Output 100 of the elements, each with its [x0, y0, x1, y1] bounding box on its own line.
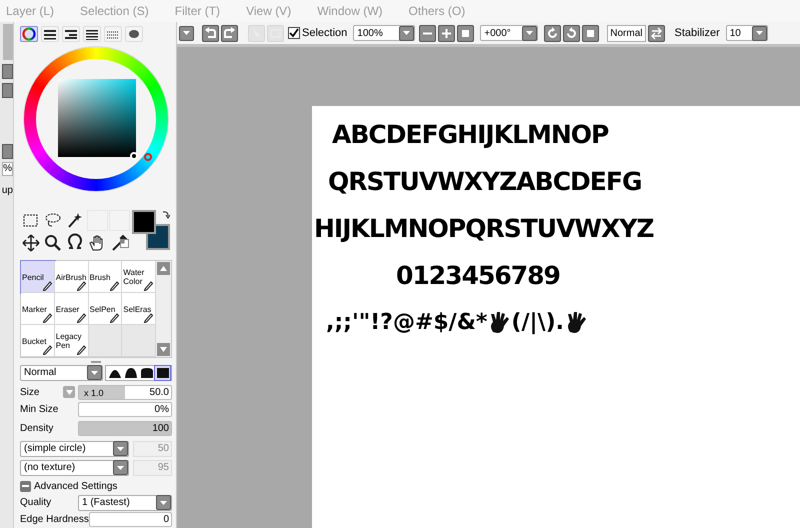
- dropdown-button[interactable]: [179, 26, 194, 40]
- checkbox-label: Selection: [302, 26, 348, 41]
- redo-icon: [223, 26, 236, 40]
- scrollbar[interactable]: [156, 261, 171, 358]
- min-size-slider[interactable]: 0%: [78, 402, 172, 417]
- stabilizer-label: Stabilizer: [674, 26, 720, 41]
- canvas-text: QRSTUVWXYZABCDEFG: [327, 167, 642, 197]
- checkmark-icon: [289, 28, 299, 38]
- dropdown-button[interactable]: [752, 26, 767, 40]
- rotate-left-icon: [546, 26, 560, 40]
- caret-icon: [754, 30, 764, 36]
- caret-icon: [116, 464, 125, 471]
- canvas-text: ,;;'"!?@#$/&*: [326, 309, 488, 337]
- setting-label: Size: [20, 386, 40, 400]
- plus-button[interactable]: [438, 24, 456, 42]
- size-value: 50.0: [150, 386, 169, 399]
- advanced-settings-toggle[interactable]: Advanced Settings: [20, 478, 172, 494]
- canvas-text: (/|\).: [511, 309, 564, 337]
- brush-tool[interactable]: SelEras: [122, 293, 156, 326]
- caret-icon: [116, 446, 125, 452]
- pencil-icon: [42, 344, 53, 356]
- brush-shape-option[interactable]: [139, 366, 154, 380]
- handprint-icon: [566, 312, 586, 334]
- square-button[interactable]: [457, 24, 474, 42]
- dropdown-button[interactable]: [522, 26, 538, 40]
- pencil-icon: [143, 312, 154, 324]
- size-slider[interactable]: x 1.0 50.0: [78, 384, 172, 400]
- color-swatches-drawing[interactable]: [132, 210, 170, 250]
- pencil-icon: [76, 312, 86, 324]
- color-panel-tab[interactable]: [20, 26, 38, 42]
- flip-arrows-button[interactable]: [648, 24, 664, 42]
- dropdown-button[interactable]: [113, 441, 128, 456]
- brush-tool[interactable]: Eraser: [54, 293, 88, 326]
- quality-dropdown[interactable]: 1 (Fastest): [78, 494, 172, 511]
- min-size-value: 0%: [154, 402, 169, 416]
- selection-checkbox[interactable]: [288, 27, 300, 39]
- pencil-icon: [109, 312, 120, 324]
- pencil-icon: [76, 344, 86, 356]
- setting-label: Min Size: [20, 402, 60, 417]
- brush-tool[interactable]: Legacy Pen: [54, 325, 88, 358]
- move-icon[interactable]: [20, 233, 40, 254]
- hue-handle[interactable]: [144, 153, 152, 162]
- panel-block: [3, 24, 13, 60]
- dropdown-button[interactable]: [156, 495, 171, 510]
- brush-shape-option[interactable]: [123, 366, 138, 380]
- pencil-icon: [76, 280, 86, 292]
- brush-tool[interactable]: Bucket: [21, 325, 55, 358]
- blend-mode-dropdown[interactable]: Normal: [20, 364, 103, 381]
- zoom-icon[interactable]: [42, 233, 63, 254]
- caret-icon: [90, 370, 99, 376]
- canvas-text: HIJKLMNOPQRSTUVWXYZ: [314, 214, 654, 244]
- setting-label: Quality: [20, 496, 52, 510]
- strength-field: 50: [133, 440, 172, 457]
- dropdown-button[interactable]: [87, 365, 102, 380]
- brush-tip-icon: [156, 366, 170, 380]
- rotate-right-icon: [565, 26, 578, 40]
- caret-icon: [525, 30, 534, 36]
- brush-tool[interactable]: Marker: [21, 293, 55, 326]
- density-value: 100: [152, 422, 169, 435]
- stabilizer-dropdown[interactable]: 10: [726, 25, 768, 41]
- brush-tip-icon: [124, 366, 138, 380]
- setting-label: Density: [20, 422, 54, 436]
- brush-tool[interactable]: AirBrush: [54, 261, 88, 294]
- minus-button[interactable]: [419, 24, 436, 42]
- rotate-left-button[interactable]: [544, 24, 562, 42]
- brush-tool[interactable]: SelPen: [88, 293, 122, 326]
- reset-colors-icon[interactable]: [120, 239, 129, 248]
- size-multiplier: x 1.0: [84, 386, 104, 399]
- canvas-text: ABCDEFGHIJKLMNOP: [331, 120, 610, 150]
- swap-arrow-icon[interactable]: [162, 210, 170, 220]
- rotation-dropdown[interactable]: +000°: [480, 25, 538, 41]
- brush-tool[interactable]: Brush: [88, 261, 122, 294]
- brush-shape-option[interactable]: [155, 366, 170, 380]
- scroll-up-icon[interactable]: [157, 262, 170, 276]
- rotate-right-button[interactable]: [563, 24, 580, 42]
- setting-label: Edge Hardness: [20, 513, 89, 528]
- brush-tool[interactable]: Pencil: [21, 261, 55, 294]
- undo-icon: [204, 26, 217, 40]
- redo-button[interactable]: [221, 24, 238, 42]
- dropdown-button[interactable]: [399, 26, 414, 40]
- blend-button[interactable]: Normal: [607, 24, 646, 42]
- caret-icon: [182, 30, 191, 36]
- brush-tool[interactable]: Water Color: [122, 261, 156, 294]
- strip-label: up: [2, 185, 13, 197]
- edge-hardness-field[interactable]: 0: [88, 512, 172, 528]
- density-slider[interactable]: 100: [78, 421, 172, 436]
- undo-button[interactable]: [202, 24, 219, 42]
- plus-icon: [440, 26, 454, 40]
- strength-field: 95: [133, 460, 172, 476]
- brush-tip-selector[interactable]: [105, 364, 172, 381]
- brush-tip-icon: [140, 366, 154, 380]
- square-button[interactable]: [582, 24, 600, 42]
- zoom-dropdown[interactable]: 100%: [353, 25, 416, 41]
- caret-icon: [66, 390, 72, 395]
- caret-icon: [159, 500, 168, 506]
- flip-arrows-icon: [650, 26, 662, 40]
- dropdown-button[interactable]: [113, 460, 128, 476]
- handprint-icon: [489, 312, 510, 334]
- color-square[interactable]: [58, 79, 136, 158]
- scroll-down-icon[interactable]: [157, 343, 170, 356]
